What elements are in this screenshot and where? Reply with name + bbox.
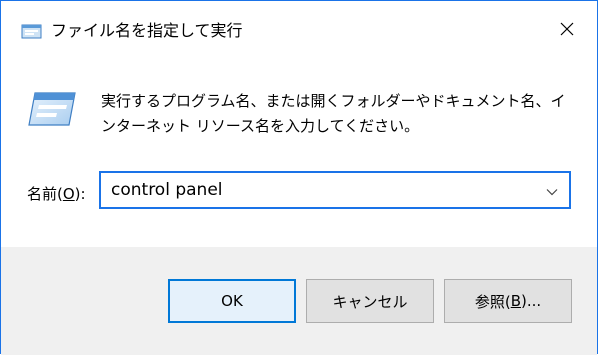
window-title: ファイル名を指定して実行 <box>51 21 243 40</box>
command-combobox[interactable] <box>99 171 571 209</box>
ok-button[interactable]: OK <box>168 279 296 323</box>
run-dialog: ファイル名を指定して実行 実行するプログラム名、または開くフォルダーやドキュメン… <box>0 0 598 355</box>
description-text: 実行するプログラム名、または開くフォルダーやドキュメント名、インターネット リソ… <box>101 92 566 135</box>
browse-button[interactable]: 参照(B)... <box>444 279 572 323</box>
run-icon <box>19 19 43 43</box>
close-icon <box>559 21 575 41</box>
run-icon <box>25 89 77 129</box>
chevron-down-icon <box>546 181 558 200</box>
accelerator-key: B <box>510 292 521 310</box>
command-input[interactable] <box>101 173 531 207</box>
button-bar: OK キャンセル 参照(B)... <box>1 247 597 355</box>
name-label: 名前(O): <box>27 185 86 203</box>
accelerator-key: O <box>62 185 75 203</box>
dropdown-button[interactable] <box>535 173 569 207</box>
title-bar[interactable]: ファイル名を指定して実行 <box>1 1 597 61</box>
cancel-button[interactable]: キャンセル <box>306 279 434 323</box>
close-button[interactable] <box>537 1 597 61</box>
